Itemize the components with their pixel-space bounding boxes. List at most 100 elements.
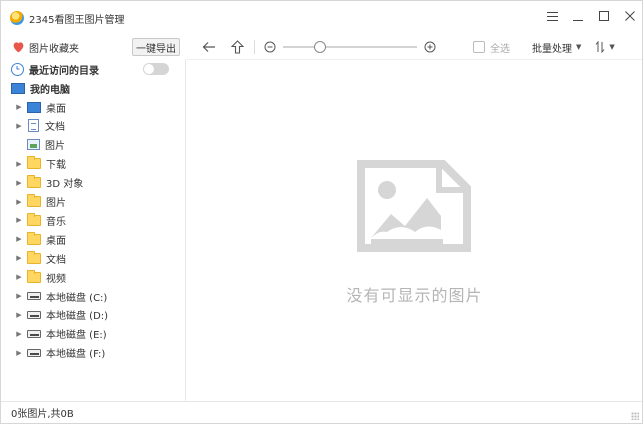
folder-tree-sidebar: 最近访问的目录 我的电脑 ▶ 桌面 ▶ 文档 图片 ▶ 下载 ▶ 3D 对象 ▶ 图片 ▶ 音乐 ▶ 桌面 ▶…	[1, 59, 186, 401]
tree-item[interactable]: ▶ 下载	[15, 155, 66, 173]
toggle-knob	[144, 64, 154, 74]
sort-icon	[596, 41, 605, 53]
expand-arrow-icon[interactable]: ▶	[15, 349, 23, 357]
zoom-out-icon[interactable]	[261, 38, 279, 56]
tree-item[interactable]: ▶ 音乐	[15, 211, 66, 229]
expand-arrow-icon[interactable]: ▶	[15, 179, 23, 187]
status-bar: 0张图片,共0B	[1, 401, 642, 423]
back-arrow-icon[interactable]	[200, 38, 218, 56]
document-icon	[28, 119, 39, 133]
tree-item[interactable]: ▶ 本地磁盘 (E:)	[15, 325, 107, 343]
tree-item[interactable]: ▶ 文档	[15, 249, 66, 267]
image-placeholder-icon	[357, 160, 471, 252]
expand-arrow-icon[interactable]: ▶	[15, 235, 23, 243]
desktop-icon	[27, 101, 41, 113]
tree-item[interactable]: ▶ 本地磁盘 (C:)	[15, 287, 107, 305]
window-controls	[546, 9, 636, 23]
tree-item-label: 本地磁盘 (D:)	[46, 311, 109, 323]
sort-button[interactable]: ▼	[595, 41, 615, 53]
image-view-area: 没有可显示的图片	[187, 59, 642, 401]
tree-item[interactable]: 图片	[15, 136, 65, 154]
tree-item[interactable]: ▶ 视频	[15, 268, 66, 286]
toolbar: 图片收藏夹 一键导出 全选 批量处理 ▼ ▼	[1, 35, 642, 59]
tree-item-label: 文档	[45, 122, 65, 134]
clock-icon	[11, 62, 24, 76]
zoom-slider-track	[283, 46, 417, 48]
tree-item[interactable]: ▶ 本地磁盘 (F:)	[15, 344, 105, 362]
expand-arrow-icon[interactable]: ▶	[15, 103, 23, 111]
tree-item-label: 桌面	[46, 235, 66, 247]
tree-item-label: 本地磁盘 (F:)	[46, 349, 106, 361]
expand-arrow-icon[interactable]: ▶	[15, 330, 23, 338]
app-window: 2345看图王图片管理 图片收藏夹 一键导出 全选 批量处理 ▼ ▼ 最近访问的…	[0, 0, 643, 424]
batch-process-label: 批量处理	[532, 43, 572, 55]
maximize-icon[interactable]	[598, 9, 610, 23]
my-computer-label: 我的电脑	[30, 84, 70, 96]
tree-item[interactable]: ▶ 桌面	[15, 230, 66, 248]
computer-icon	[11, 82, 25, 94]
heart-icon	[13, 42, 24, 53]
tree-item-label: 视频	[46, 273, 66, 285]
folder-icon	[27, 212, 41, 226]
tree-item[interactable]: ▶ 3D 对象	[15, 174, 83, 192]
tree-item-label: 3D 对象	[46, 179, 84, 191]
app-logo-icon	[10, 11, 24, 25]
picture-icon	[27, 139, 40, 151]
title-bar: 2345看图王图片管理	[1, 1, 642, 35]
expand-arrow-icon[interactable]: ▶	[15, 160, 23, 168]
zoom-in-icon[interactable]	[421, 38, 439, 56]
expand-arrow-icon[interactable]: ▶	[15, 122, 23, 130]
folder-icon	[27, 175, 41, 189]
expand-arrow-icon[interactable]: ▶	[15, 292, 23, 300]
tree-item[interactable]: ▶ 文档	[15, 117, 65, 135]
menu-icon[interactable]	[546, 9, 558, 23]
tree-item-label: 桌面	[46, 103, 66, 115]
tree-item-label: 下载	[46, 160, 66, 172]
tree-item-label: 图片	[46, 198, 66, 209]
sort-chevron-down-icon: ▼	[609, 43, 615, 51]
drive-icon	[27, 292, 41, 300]
zoom-slider-knob[interactable]	[314, 41, 326, 53]
tree-item-label: 音乐	[46, 216, 66, 228]
folder-icon	[27, 231, 41, 245]
zoom-slider[interactable]	[283, 41, 417, 53]
folder-icon	[27, 269, 41, 283]
drive-icon	[27, 329, 41, 338]
export-button[interactable]: 一键导出	[132, 38, 180, 56]
favorites-label: 图片收藏夹	[29, 43, 79, 55]
select-all-checkbox[interactable]	[473, 41, 485, 53]
my-computer-row[interactable]: 我的电脑	[11, 79, 70, 97]
tree-item-label: 图片	[45, 141, 65, 153]
tree-item-label: 文档	[46, 254, 66, 266]
tree-item[interactable]: ▶ 图片	[15, 193, 66, 211]
up-arrow-icon[interactable]	[228, 38, 246, 56]
recent-dirs-toggle[interactable]	[143, 63, 169, 75]
expand-arrow-icon[interactable]: ▶	[15, 254, 23, 262]
favorites-button[interactable]: 图片收藏夹	[12, 40, 132, 55]
drive-icon	[27, 348, 41, 357]
expand-arrow-icon[interactable]: ▶	[15, 198, 23, 206]
folder-icon	[27, 194, 41, 207]
chevron-down-icon: ▼	[576, 43, 582, 51]
select-all-label: 全选	[490, 43, 510, 55]
folder-icon	[27, 250, 41, 264]
empty-state: 没有可显示的图片	[187, 60, 642, 402]
batch-process-button[interactable]: 批量处理 ▼	[532, 40, 581, 55]
recent-dirs-label: 最近访问的目录	[29, 65, 99, 77]
minimize-icon[interactable]	[572, 9, 584, 23]
tree-item-label: 本地磁盘 (E:)	[46, 330, 107, 342]
expand-arrow-icon[interactable]: ▶	[15, 273, 23, 281]
expand-arrow-icon[interactable]: ▶	[15, 311, 23, 319]
window-title: 2345看图王图片管理	[29, 14, 125, 26]
drive-icon	[27, 310, 41, 319]
tree-item-label: 本地磁盘 (C:)	[46, 292, 108, 304]
tree-item[interactable]: ▶ 本地磁盘 (D:)	[15, 306, 108, 324]
close-icon[interactable]	[624, 9, 636, 23]
recent-dirs-row[interactable]: 最近访问的目录	[11, 60, 181, 78]
resize-grip-icon[interactable]	[631, 412, 639, 420]
expand-arrow-icon[interactable]: ▶	[15, 216, 23, 224]
tree-item[interactable]: ▶ 桌面	[15, 98, 66, 116]
folder-icon	[27, 156, 41, 170]
toolbar-divider	[254, 40, 255, 54]
empty-state-text: 没有可显示的图片	[346, 286, 483, 305]
